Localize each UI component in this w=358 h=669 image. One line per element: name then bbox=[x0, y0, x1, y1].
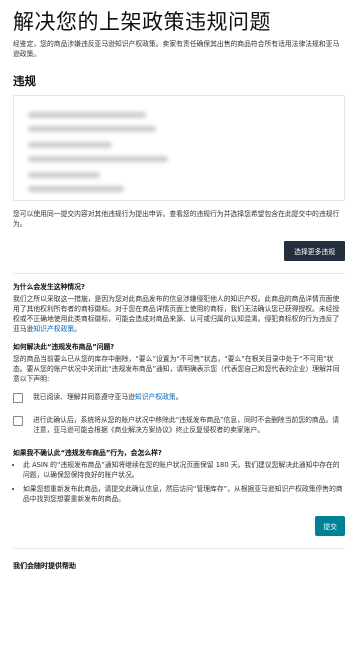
page-title: 解决您的上架政策违规问题 bbox=[13, 10, 271, 34]
redacted-line bbox=[28, 142, 112, 148]
help-heading: 我们会随时提供帮助 bbox=[13, 562, 76, 570]
violation-details-panel bbox=[13, 95, 345, 201]
list-item: 如果您想重新发布此商品，请提交此确认信息，然后访问“管理库存”，从根据亚马逊知识… bbox=[23, 484, 345, 504]
resolve-text: 您的商品当前要么已从您的库存中删除，“要么”设置为“不可售”状态，“要么”在根关… bbox=[13, 355, 340, 383]
why-text-after-link: 。 bbox=[74, 325, 81, 333]
agreement-text-1-before-link: 我已阅读、理解并同意遵守亚马逊 bbox=[33, 393, 135, 401]
agreement-row-1: 我已阅读、理解并同意遵守亚马逊知识产权政策。 bbox=[13, 392, 345, 403]
agreement-text-1: 我已阅读、理解并同意遵守亚马逊知识产权政策。 bbox=[33, 392, 183, 402]
appeal-note: 您可以使用同一提交内容对其他违规行为提出申诉。查看您的违规行为并选择您希望包含在… bbox=[13, 210, 340, 228]
redacted-line bbox=[28, 172, 100, 178]
resolve-heading: 如何解决此“违规发布商品”问题? bbox=[13, 343, 115, 351]
agreement-text-1-after-link: 。 bbox=[175, 393, 183, 401]
agree-policy-checkbox[interactable] bbox=[13, 393, 23, 403]
repeat-heading: 如果我不确认此“违规发布商品”行为，会怎么样? bbox=[13, 449, 162, 457]
why-text: 我们之所以采取这一措施，是因为您对此商品发布的信息涉嫌侵犯他人的知识产权。此商品… bbox=[13, 294, 345, 334]
submit-button[interactable]: 提交 bbox=[315, 516, 345, 536]
agreement-text-2: 进行此确认后，系统将从您的账户状况中移除此“违规发布商品”信息，同时不会删除当前… bbox=[33, 416, 340, 434]
redacted-line bbox=[28, 126, 156, 132]
why-heading: 为什么会发生这种情况? bbox=[13, 283, 85, 291]
page-intro: 经鉴定，您的商品涉嫌违反亚马逊知识产权政策。卖家有责任确保其出售的商品符合所有适… bbox=[13, 40, 340, 58]
consequence-list: 此 ASIN 的“违规发布商品”通知将继续在您的账户状况页面保留 180 天。我… bbox=[13, 460, 345, 504]
redacted-line bbox=[28, 186, 124, 192]
page-container: 解决您的上架政策违规问题 经鉴定，您的商品涉嫌违反亚马逊知识产权政策。卖家有责任… bbox=[0, 0, 358, 669]
redacted-line bbox=[28, 156, 168, 162]
divider bbox=[13, 273, 345, 274]
ip-policy-link[interactable]: 知识产权政策 bbox=[135, 393, 176, 401]
ip-policy-link[interactable]: 知识产权政策 bbox=[33, 325, 74, 333]
select-more-violations-button[interactable]: 选择更多违规 bbox=[284, 241, 345, 261]
redacted-line bbox=[28, 112, 146, 118]
agreement-row-2: 进行此确认后，系统将从您的账户状况中移除此“违规发布商品”信息，同时不会删除当前… bbox=[13, 415, 345, 435]
violation-heading: 违规 bbox=[13, 74, 36, 88]
divider bbox=[13, 548, 345, 549]
list-item: 此 ASIN 的“违规发布商品”通知将继续在您的账户状况页面保留 180 天。我… bbox=[23, 460, 345, 480]
confirm-removal-checkbox[interactable] bbox=[13, 416, 23, 426]
